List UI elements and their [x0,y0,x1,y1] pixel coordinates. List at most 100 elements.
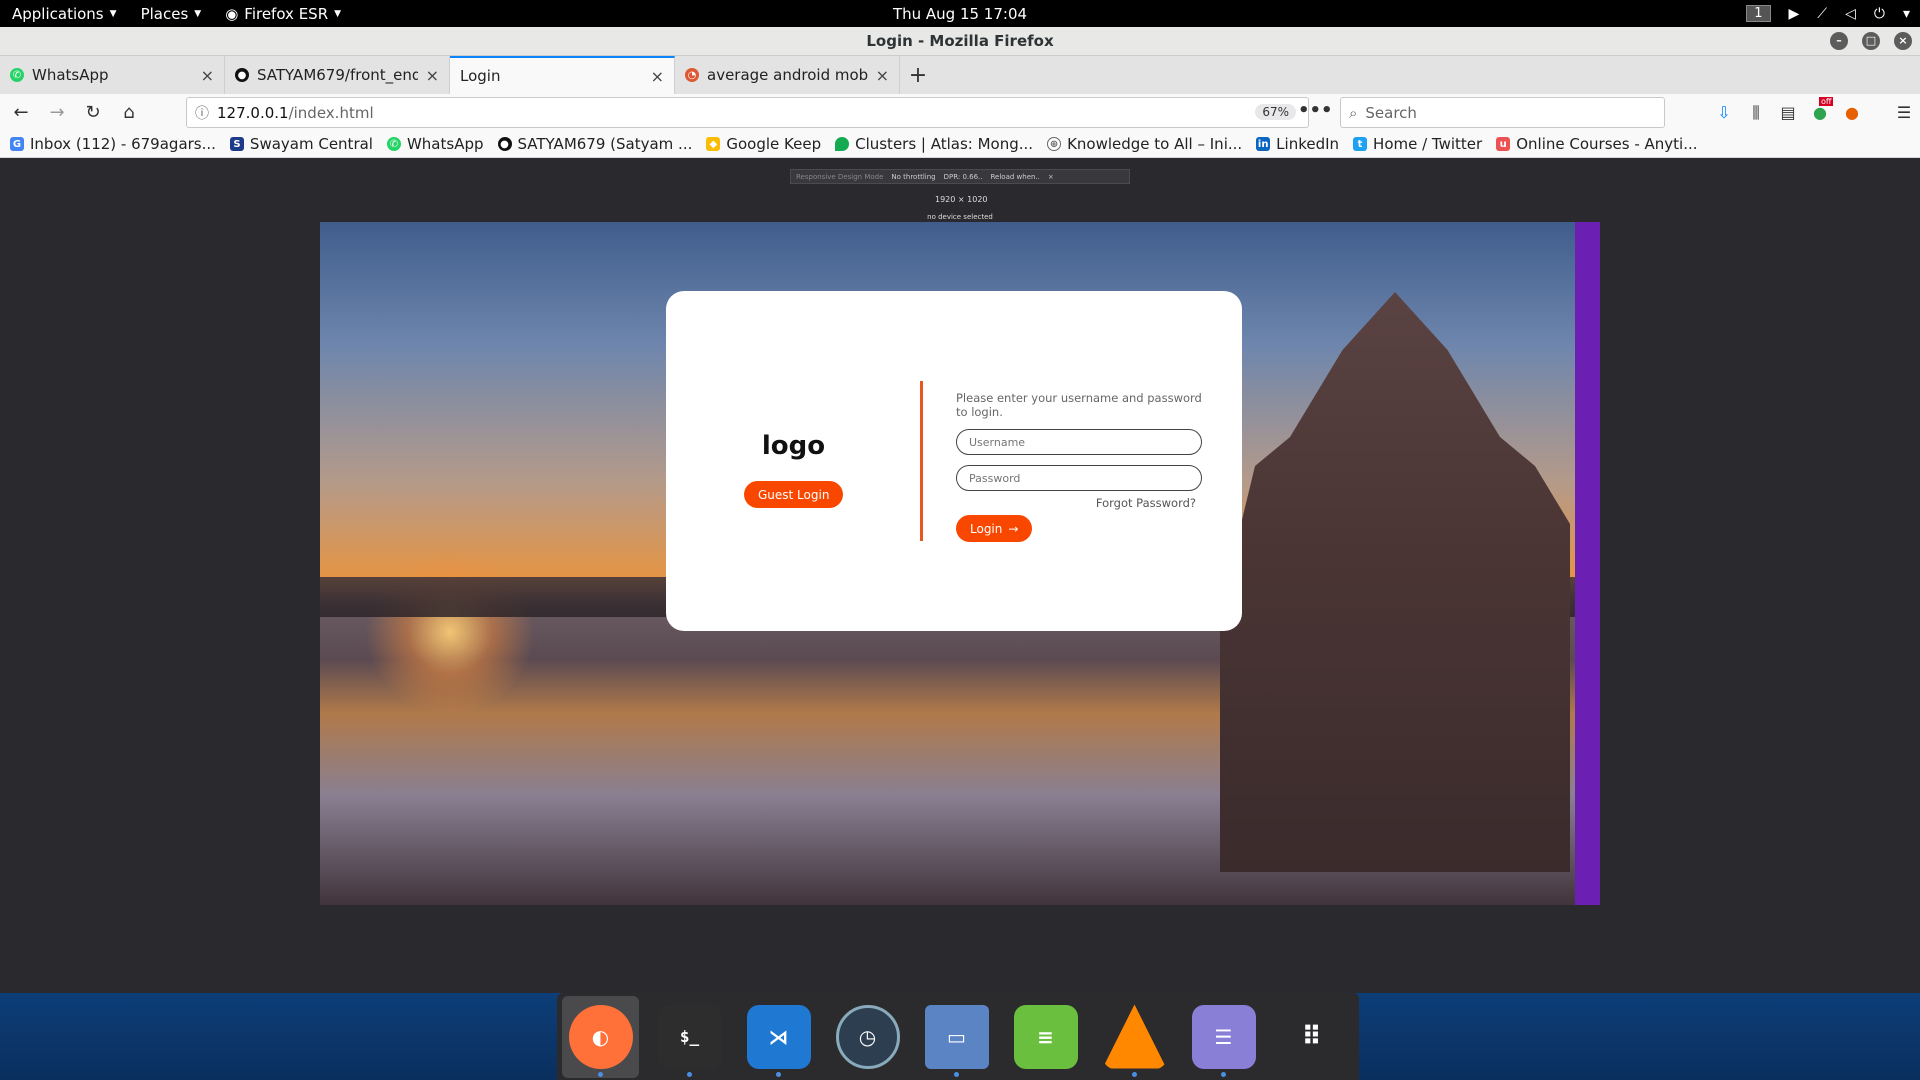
sidebar-icon[interactable]: ▤ [1779,103,1797,122]
dock-firefox[interactable]: ◐ [562,995,639,1078]
back-button[interactable]: ← [6,98,36,128]
dock-vscode[interactable]: ⋊ [740,996,817,1078]
dock-vlc[interactable] [1096,996,1173,1078]
dock-terminal[interactable]: $_ [651,996,728,1078]
tab-strip: ✆ WhatsApp × ● SATYAM679/front_end × Log… [0,56,1920,94]
volume-icon[interactable]: ◁ [1845,6,1856,22]
applications-menu[interactable]: Applications ▼ [0,5,129,23]
bookmark-item[interactable]: G Inbox (112) - 679agars... [10,135,216,153]
terminal-icon: $_ [657,1004,722,1069]
throttling-select[interactable]: No throttling [891,173,935,181]
gnome-top-bar: Applications ▼ Places ▼ ◉ Firefox ESR ▼ Thu … [0,0,1920,27]
tab-login[interactable]: Login × [450,56,675,94]
vlc-icon [1102,1004,1167,1069]
url-bar[interactable]: ⓘ 127.0.0.1/index.html 67% [186,97,1309,128]
device-selector[interactable]: no device selected [320,213,1600,222]
system-menu-caret-icon[interactable]: ▾ [1903,6,1910,22]
home-button[interactable]: ⌂ [114,98,144,128]
hamburger-menu-icon[interactable]: ☰ [1895,103,1913,122]
forgot-password-link[interactable]: Forgot Password? [956,496,1216,510]
rdm-dimensions[interactable]: 1920 × 1020 [935,195,988,204]
places-menu[interactable]: Places ▼ [129,5,214,23]
bookmark-item[interactable]: ◆ Google Keep [706,135,821,153]
workspace-indicator[interactable]: 1 [1746,5,1771,22]
reload-button[interactable]: ↻ [78,98,108,128]
dpr-select[interactable]: DPR: 0.66.. [944,173,983,181]
search-bar[interactable]: ⌕ Search [1340,97,1665,128]
clock[interactable]: Thu Aug 15 17:04 [893,5,1027,23]
rdm-close-icon[interactable]: × [1048,173,1054,181]
app-grid-icon: ⠿ [1301,1021,1324,1052]
reload-icon: ↻ [85,102,101,123]
tab-title: WhatsApp [32,66,109,84]
google-icon: G [10,137,24,151]
viewport-height[interactable]: 1020 [967,195,987,204]
page-actions-menu-icon[interactable]: ••• [1298,100,1333,121]
password-input[interactable] [956,465,1202,491]
close-tab-icon[interactable]: × [201,66,214,85]
caret-down-icon: ▼ [109,8,117,19]
extension-icon[interactable]: ● off [1811,97,1834,122]
whatsapp-icon: ✆ [386,137,401,151]
login-button[interactable]: Login → [956,515,1033,542]
close-tab-icon[interactable]: × [651,67,664,86]
maximize-icon[interactable]: □ [1862,32,1880,50]
username-input[interactable] [956,429,1202,455]
text-editor-icon: ≡ [1013,1004,1078,1069]
video-icon[interactable]: ▶ [1789,6,1800,22]
bookmark-label: SATYAM679 (Satyam ... [517,135,693,153]
dock-document[interactable]: ☰ [1185,996,1262,1078]
udemy-icon: u [1496,137,1511,151]
document-icon: ☰ [1191,1004,1256,1069]
twitter-icon: t [1353,137,1368,151]
dock-app-grid[interactable]: ⠿ [1274,996,1351,1078]
guest-login-button[interactable]: Guest Login [744,481,844,508]
bookmark-item[interactable]: ⊕ Knowledge to All – Ini... [1047,135,1242,153]
site-info-icon[interactable]: ⓘ [187,103,217,123]
bookmark-item[interactable]: t Home / Twitter [1353,135,1482,153]
download-icon[interactable]: ⇩ [1715,103,1733,122]
bookmarks-toolbar: G Inbox (112) - 679agars... S Swayam Centr… [0,131,1920,158]
scrollbar-accent [1575,222,1600,905]
firefox-app-menu[interactable]: ◉ Firefox ESR ▼ [213,5,353,23]
minimize-icon[interactable]: – [1830,32,1848,50]
power-icon[interactable]: ⏻ [1874,6,1885,22]
reload-conditions-select[interactable]: Reload when.. [991,173,1040,181]
url-host: 127.0.0.1 [217,103,289,122]
bookmark-label: Inbox (112) - 679agars... [30,135,216,153]
rdm-toolbar: Responsive Design Mode No throttling DPR… [790,169,1130,184]
bookmark-item[interactable]: Clusters | Atlas: Mong... [835,135,1033,153]
arrow-left-icon: ← [13,102,29,123]
duckduckgo-icon: ◔ [685,68,699,82]
bookmark-item[interactable]: S Swayam Central [229,135,373,153]
bookmark-item[interactable]: ● SATYAM679 (Satyam ... [497,135,693,153]
tab-github[interactable]: ● SATYAM679/front_end × [225,56,450,94]
dock-stacer[interactable]: ◷ [829,996,906,1078]
bookmark-label: Knowledge to All – Ini... [1067,135,1243,153]
bookmark-item[interactable]: u Online Courses - Anyti... [1496,135,1698,153]
viewport-width[interactable]: 1920 [935,195,955,204]
sunset-glow [360,552,540,712]
background-temple [1220,292,1570,872]
close-tab-icon[interactable]: × [876,66,889,85]
bookmark-item[interactable]: in LinkedIn [1256,135,1339,153]
close-icon[interactable]: × [1894,32,1912,50]
bookmark-item[interactable]: ✆ WhatsApp [386,135,484,153]
forward-button[interactable]: → [42,98,72,128]
rdm-mode-label: Responsive Design Mode [796,172,884,181]
dock-text-editor[interactable]: ≡ [1007,996,1084,1078]
addon-icon[interactable]: ● [1843,103,1861,122]
tab-whatsapp[interactable]: ✆ WhatsApp × [0,56,225,94]
dock-files[interactable]: ▭ [918,996,995,1078]
library-icon[interactable]: ⫼ [1747,103,1765,123]
network-icon[interactable]: ⟋ [1817,6,1827,22]
new-tab-button[interactable]: + [900,56,936,94]
bookmark-label: Google Keep [726,135,822,153]
tab-search[interactable]: ◔ average android mobile × [675,56,900,94]
linkedin-icon: in [1256,137,1271,151]
running-indicator [776,1071,781,1077]
close-tab-icon[interactable]: × [426,66,439,85]
places-label: Places [140,4,189,23]
zoom-indicator[interactable]: 67% [1255,104,1296,120]
github-icon: ● [497,137,512,151]
